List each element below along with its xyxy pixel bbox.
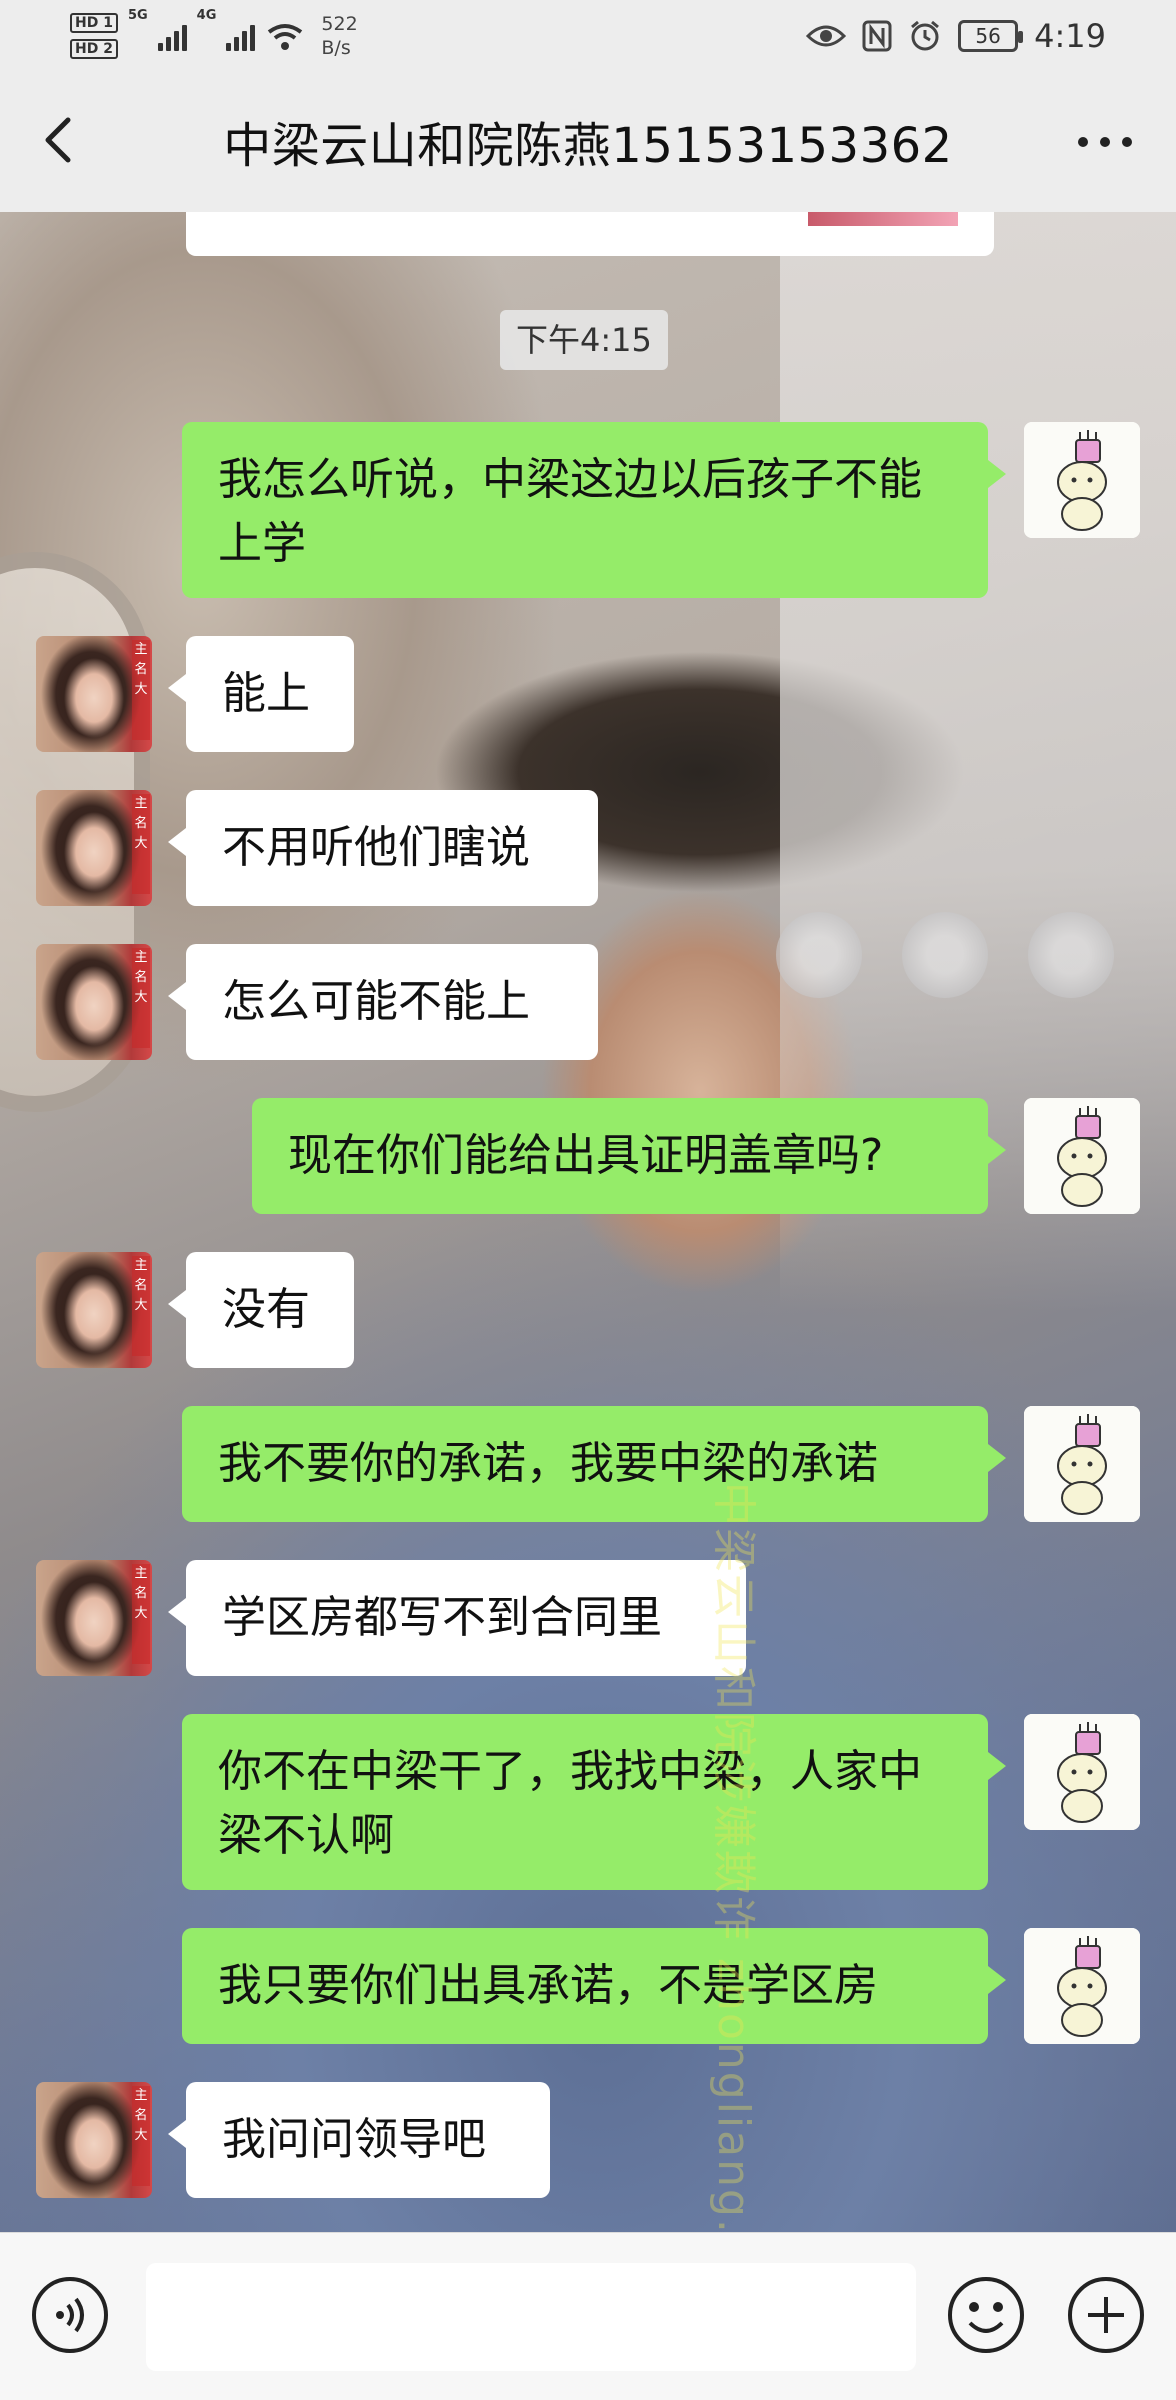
hd2-indicator: HD 2: [70, 39, 118, 59]
status-left: HD 1 HD 2 5G 4G 522 B/s: [70, 8, 358, 64]
network-speed: 522 B/s: [321, 12, 357, 60]
avatar-badge-text: 主名大: [132, 2086, 150, 2186]
bear-cake-avatar-icon: [1024, 422, 1140, 538]
message-text: 我问问领导吧: [222, 2114, 486, 2165]
network-4g-label: 4G: [196, 8, 217, 23]
voice-button[interactable]: [30, 2275, 110, 2355]
bear-cake-avatar-icon: [1024, 1714, 1140, 1830]
message-text: 你不在中梁干了，我找中梁，人家中梁不认啊: [218, 1746, 922, 1861]
input-bar: [0, 2232, 1176, 2400]
back-button[interactable]: [30, 110, 90, 170]
message-text: 学区房都写不到合同里: [222, 1592, 662, 1643]
bear-cake-avatar-icon: [1024, 1928, 1140, 2044]
wifi-icon: [268, 24, 303, 50]
message-text: 不用听他们瞎说: [222, 822, 530, 873]
hd-indicators: HD 1 HD 2: [70, 13, 118, 59]
contact-avatar[interactable]: 主名大: [36, 636, 152, 752]
chevron-left-icon: [45, 117, 71, 163]
message-timestamp: 下午4:15: [500, 310, 668, 370]
chat-title: 中梁云山和院陈燕15153153362: [223, 118, 953, 174]
message-text: 怎么可能不能上: [222, 976, 530, 1027]
plus-circle-icon: [1068, 2277, 1144, 2353]
avatar-badge-text: 主名大: [132, 948, 150, 1048]
eye-icon: [806, 25, 847, 47]
voice-icon: [32, 2277, 108, 2353]
outgoing-message-bubble[interactable]: 我不要你的承诺，我要中梁的承诺: [182, 1406, 1006, 1522]
my-avatar[interactable]: [1024, 1714, 1140, 1830]
contact-avatar[interactable]: 主名大: [36, 2082, 152, 2198]
avatar-badge-text: 主名大: [132, 640, 150, 740]
outgoing-message-bubble[interactable]: 我怎么听说，中梁这边以后孩子不能上学: [182, 422, 1006, 598]
nfc-icon: [862, 20, 892, 52]
outgoing-message-bubble[interactable]: 你不在中梁干了，我找中梁，人家中梁不认啊: [182, 1714, 1006, 1890]
plus-button[interactable]: [1066, 2275, 1146, 2355]
battery-indicator: 56: [958, 20, 1024, 52]
incoming-message-bubble[interactable]: 不用听他们瞎说: [168, 790, 598, 906]
message-text: 我怎么听说，中梁这边以后孩子不能上学: [218, 454, 922, 569]
outgoing-message-bubble[interactable]: 我只要你们出具承诺，不是学区房: [182, 1928, 1006, 2044]
contact-avatar[interactable]: 主名大: [36, 944, 152, 1060]
status-bar: HD 1 HD 2 5G 4G 522 B/s 56 4:19: [0, 0, 1176, 70]
background-vents: [776, 912, 1116, 1032]
message-input[interactable]: [146, 2263, 916, 2371]
hd1-indicator: HD 1: [70, 13, 118, 33]
incoming-message-bubble[interactable]: 能上: [168, 636, 354, 752]
message-text: 我只要你们出具承诺，不是学区房: [218, 1960, 878, 2011]
status-right: 56 4:19: [806, 14, 1106, 58]
bear-cake-avatar-icon: [1024, 1406, 1140, 1522]
my-avatar[interactable]: [1024, 1098, 1140, 1214]
signal-icon-2: [226, 21, 256, 51]
message-text: 没有: [222, 1284, 310, 1335]
chat-area[interactable]: 下午4:15 我怎么听说，中梁这边以后孩子不能上学 主名大 能上 主名大 不用听…: [0, 212, 1176, 2232]
incoming-message-bubble[interactable]: 我问问领导吧: [168, 2082, 550, 2198]
signal-icon: [157, 21, 187, 51]
watermark-text: 中梁云山和院涉嫌欺诈 zhongliang.com: [708, 1482, 759, 2232]
alarm-icon: [911, 20, 940, 51]
contact-avatar[interactable]: 主名大: [36, 1560, 152, 1676]
chat-header: 中梁云山和院陈燕15153153362: [0, 70, 1176, 212]
my-avatar[interactable]: [1024, 1928, 1140, 2044]
network-speed-unit: B/s: [321, 37, 351, 59]
clock: 4:19: [1034, 17, 1106, 55]
avatar-badge-text: 主名大: [132, 794, 150, 894]
contact-avatar[interactable]: 主名大: [36, 1252, 152, 1368]
partial-message-bubble[interactable]: [186, 212, 994, 256]
message-text: 我不要你的承诺，我要中梁的承诺: [218, 1438, 878, 1489]
avatar-badge-text: 主名大: [132, 1256, 150, 1356]
more-dots-icon: [1078, 137, 1132, 147]
message-text: 现在你们能给出具证明盖章吗?: [288, 1130, 884, 1181]
avatar-badge-text: 主名大: [132, 1564, 150, 1664]
incoming-message-bubble[interactable]: 怎么可能不能上: [168, 944, 598, 1060]
network-speed-value: 522: [321, 13, 358, 35]
emoji-button[interactable]: [946, 2275, 1026, 2355]
my-avatar[interactable]: [1024, 1406, 1140, 1522]
incoming-message-bubble[interactable]: 学区房都写不到合同里: [168, 1560, 746, 1676]
emoji-icon: [948, 2277, 1024, 2353]
more-button[interactable]: [1070, 112, 1140, 172]
my-avatar[interactable]: [1024, 422, 1140, 538]
bear-cake-avatar-icon: [1024, 1098, 1140, 1214]
message-text: 能上: [222, 668, 310, 719]
outgoing-message-bubble[interactable]: 现在你们能给出具证明盖章吗?: [252, 1098, 1006, 1214]
incoming-message-bubble[interactable]: 没有: [168, 1252, 354, 1368]
contact-avatar[interactable]: 主名大: [36, 790, 152, 906]
network-5g-label: 5G: [127, 8, 148, 23]
